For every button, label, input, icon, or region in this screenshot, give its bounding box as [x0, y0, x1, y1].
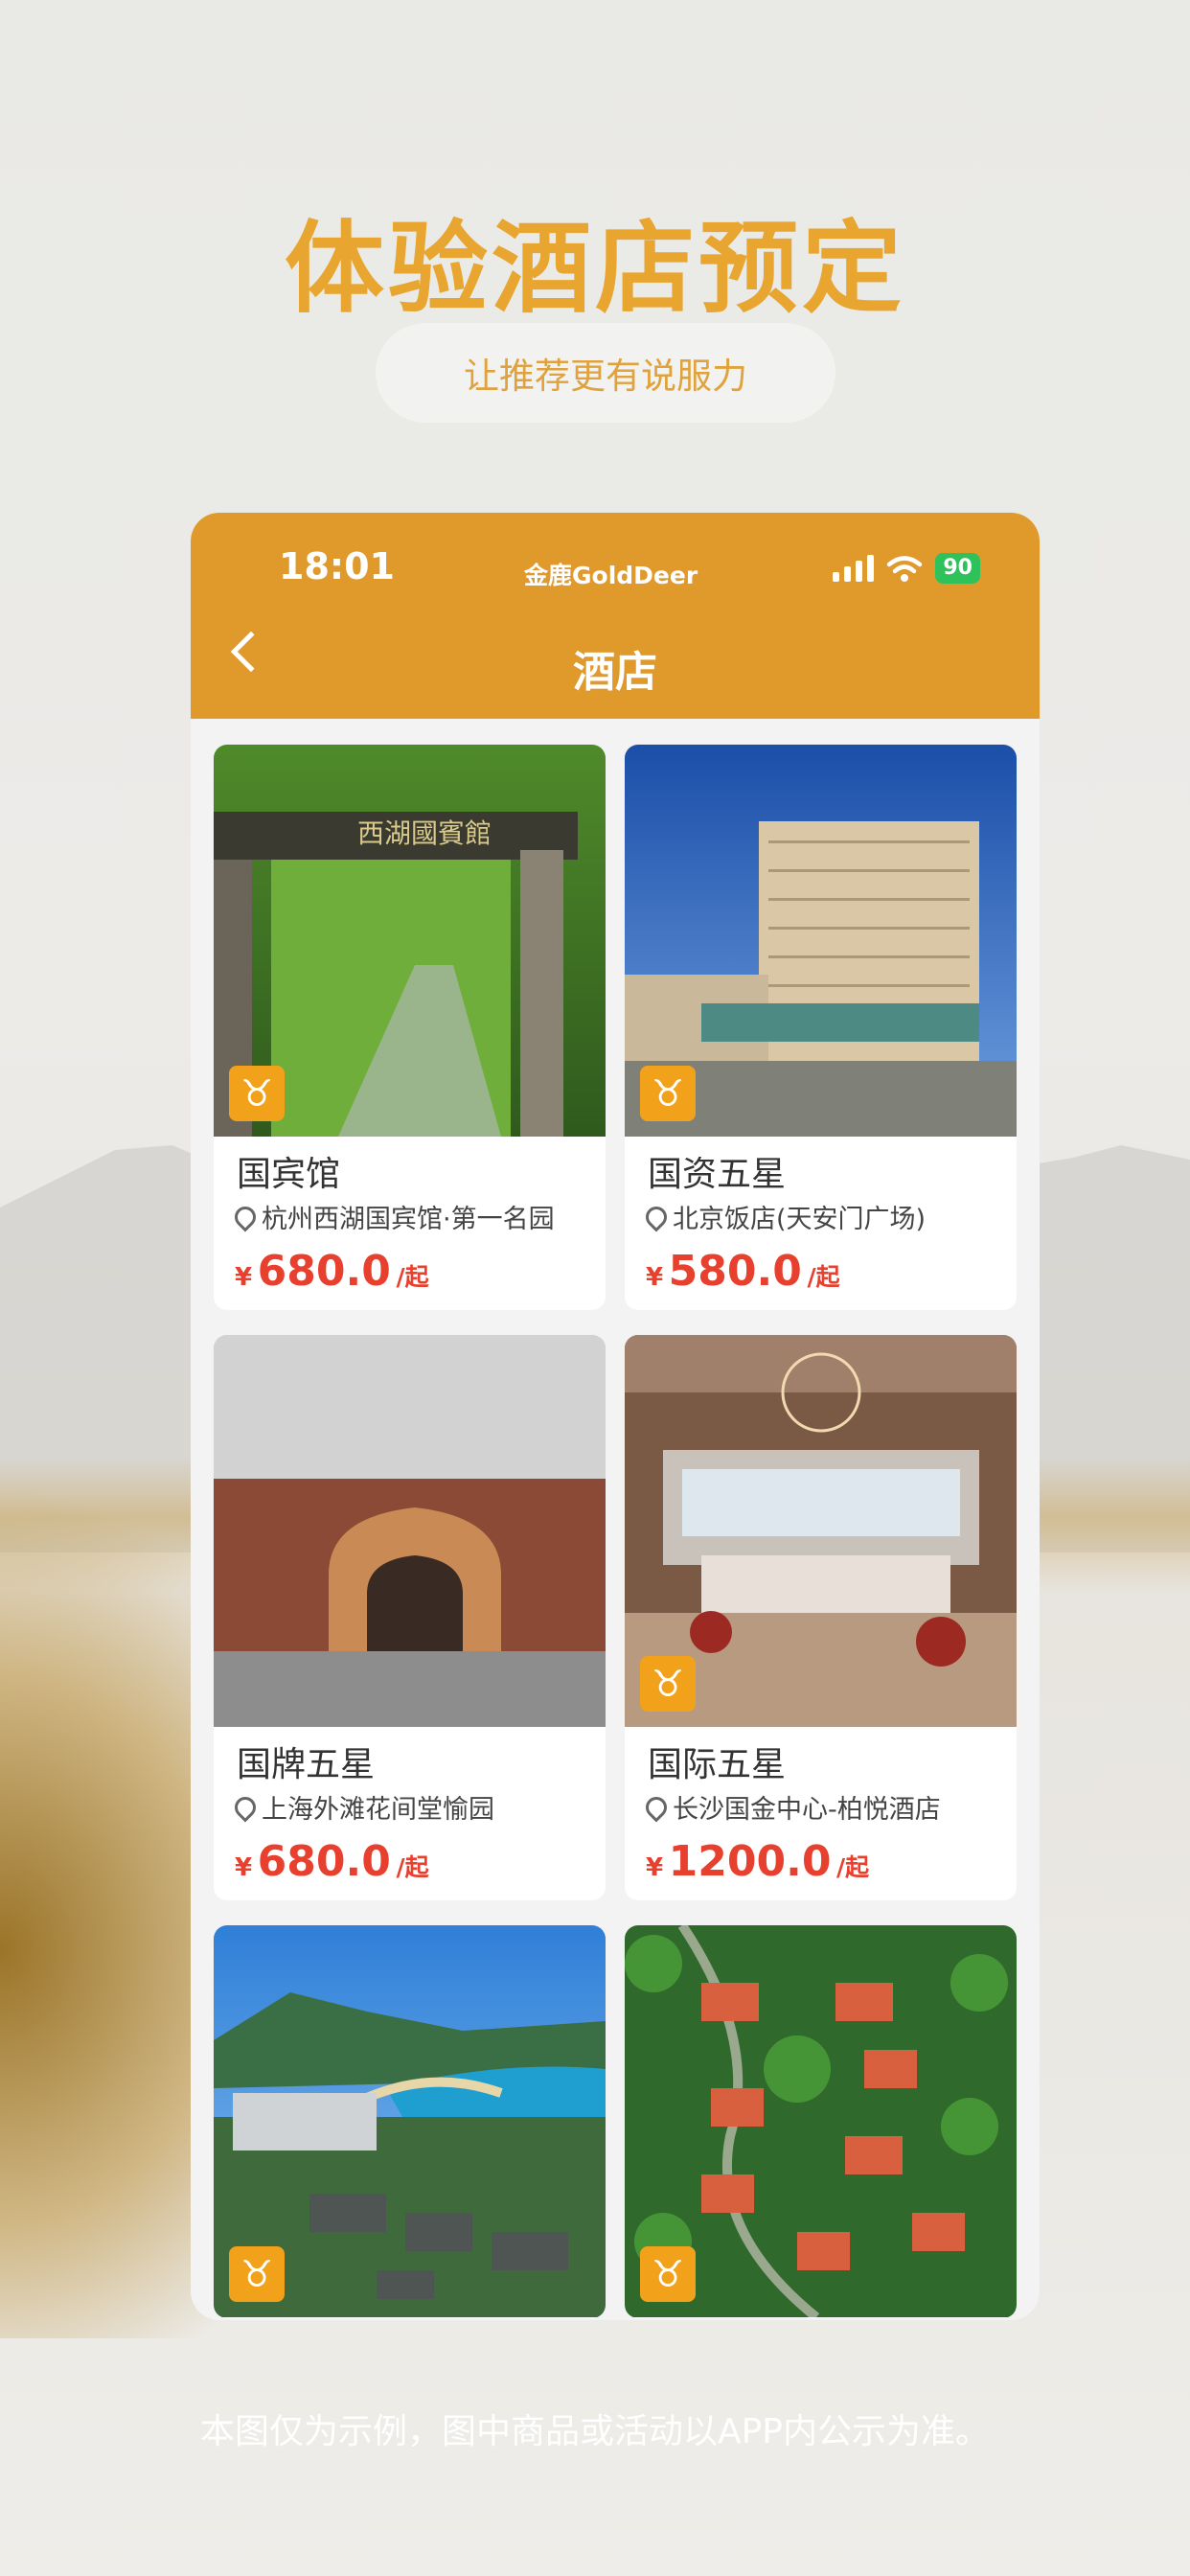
hotel-name: 国际五星	[648, 1745, 787, 1784]
battery-icon: 90	[935, 553, 980, 584]
wifi-icon	[887, 556, 923, 582]
hotel-name: 国资五星	[648, 1155, 787, 1194]
status-icons: 90	[833, 553, 980, 584]
app-header: 18:01 金鹿GoldDeer 90 酒店	[191, 513, 1040, 719]
hotel-grid: 西湖國賓館 ♉ 国宾馆 杭州西湖国宾馆·第一名园 ¥ 680.0 /起 ♉ 国资…	[214, 745, 1017, 2318]
location-pin-icon	[641, 1201, 672, 1232]
hotel-image: 西湖國賓館 ♉	[214, 745, 606, 1137]
hotel-location: 杭州西湖国宾馆·第一名园	[230, 1198, 606, 1235]
hotel-sign: 西湖國賓館	[357, 817, 492, 849]
hotel-location: 上海外滩花间堂愉园	[230, 1788, 606, 1826]
hotel-location: 北京饭店(天安门广场)	[641, 1198, 1017, 1235]
hotel-card[interactable]: ♉	[625, 1925, 1017, 2318]
signal-icon	[833, 555, 875, 582]
deer-logo-icon: ♉	[640, 1656, 696, 1712]
price-suffix: /起	[396, 1263, 429, 1291]
hotel-location-text: 北京饭店(天安门广场)	[673, 1205, 927, 1234]
deer-logo-icon: ♉	[640, 2246, 696, 2302]
price-value: 580.0	[668, 1247, 802, 1296]
hotel-image: ♉	[214, 1925, 606, 2317]
hotel-card[interactable]: 国牌五星 上海外滩花间堂愉园 ¥ 680.0 /起	[214, 1335, 606, 1900]
location-pin-icon	[230, 1201, 261, 1232]
price-value: 680.0	[257, 1247, 391, 1296]
hotel-location-text: 杭州西湖国宾馆·第一名园	[262, 1205, 555, 1234]
deer-logo-icon: ♉	[229, 1066, 285, 1121]
hotel-image: ♉	[625, 745, 1017, 1137]
hotel-card[interactable]: ♉ 国资五星 北京饭店(天安门广场) ¥ 580.0 /起	[625, 745, 1017, 1310]
status-brand: 金鹿GoldDeer	[524, 562, 698, 589]
price-suffix: /起	[807, 1263, 840, 1291]
disclaimer-text: 本图仅为示例，图中商品或活动以APP内公示为准。	[199, 2412, 991, 2451]
currency-symbol: ¥	[646, 1853, 664, 1882]
hotel-price: ¥ 580.0 /起	[646, 1247, 1017, 1296]
hotel-image: ♉	[625, 1925, 1017, 2317]
hotel-name: 国宾馆	[237, 1155, 341, 1194]
nav-title: 酒店	[573, 648, 657, 697]
price-suffix: /起	[396, 1853, 429, 1881]
subtitle-pill: 让推荐更有说服力	[376, 323, 835, 423]
currency-symbol: ¥	[646, 1263, 664, 1292]
location-pin-icon	[230, 1791, 261, 1823]
hotel-card[interactable]: ♉	[214, 1925, 606, 2318]
status-time: 18:01	[279, 545, 395, 587]
deer-logo-icon: ♉	[640, 1066, 696, 1121]
currency-symbol: ¥	[235, 1853, 253, 1882]
price-suffix: /起	[836, 1853, 870, 1881]
phone-mockup: 18:01 金鹿GoldDeer 90 酒店 西湖國賓館 ♉ 国宾馆 杭州西湖国…	[191, 513, 1040, 2320]
hotel-price: ¥ 680.0 /起	[235, 1837, 606, 1886]
deer-logo-icon: ♉	[229, 2246, 285, 2302]
hotel-card[interactable]: 西湖國賓館 ♉ 国宾馆 杭州西湖国宾馆·第一名园 ¥ 680.0 /起	[214, 745, 606, 1310]
hotel-location-text: 上海外滩花间堂愉园	[262, 1795, 494, 1825]
page-headline: 体验酒店预定	[284, 210, 905, 327]
hotel-price: ¥ 680.0 /起	[235, 1247, 606, 1296]
currency-symbol: ¥	[235, 1263, 253, 1292]
hotel-image	[214, 1335, 606, 1727]
hotel-card[interactable]: ♉ 国际五星 长沙国金中心-柏悦酒店 ¥ 1200.0 /起	[625, 1335, 1017, 1900]
hotel-name: 国牌五星	[237, 1745, 376, 1784]
location-pin-icon	[641, 1791, 672, 1823]
hotel-price: ¥ 1200.0 /起	[646, 1837, 1017, 1886]
hotel-location-text: 长沙国金中心-柏悦酒店	[673, 1795, 941, 1825]
hotel-location: 长沙国金中心-柏悦酒店	[641, 1788, 1017, 1826]
price-value: 1200.0	[668, 1837, 832, 1886]
price-value: 680.0	[257, 1837, 391, 1886]
hotel-image: ♉	[625, 1335, 1017, 1727]
